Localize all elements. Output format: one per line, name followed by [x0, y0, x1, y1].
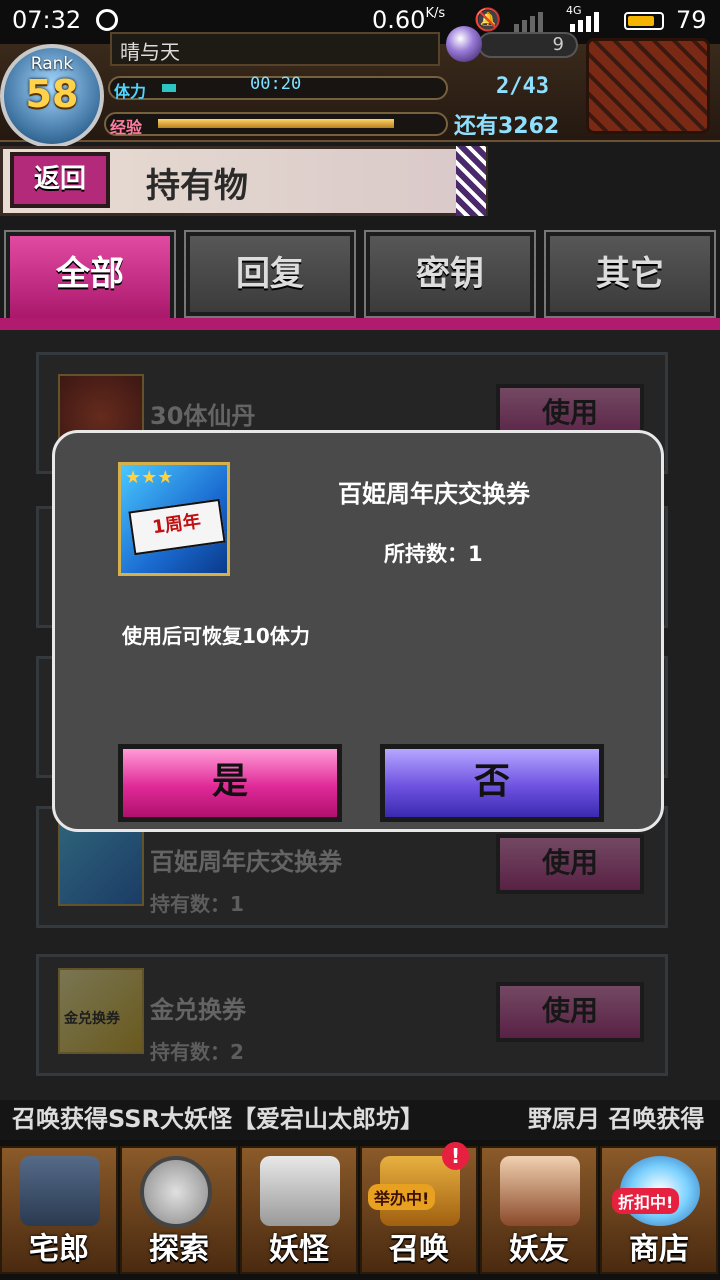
alert-icon: ! [442, 1142, 470, 1170]
anniversary-ticket-text: 1周年 [128, 498, 226, 556]
back-button[interactable]: 返回 [10, 152, 110, 208]
inventory-chest-icon[interactable] [586, 38, 710, 134]
nav-summon[interactable]: 举办中! ! 召唤 [360, 1142, 478, 1274]
exp-remaining: 还有3262 [454, 114, 560, 139]
ticker-text-2: 野原月 召唤获得 [528, 1105, 705, 1133]
orb-icon [446, 26, 482, 62]
yokai-scroll-icon [260, 1156, 340, 1226]
nav-friends[interactable]: 妖友 [480, 1146, 598, 1274]
network-speed: 0.60K/s [372, 6, 445, 34]
dialog-item-name: 百姫周年庆交换券 [338, 480, 530, 508]
magnifier-icon [140, 1156, 212, 1228]
battery-level: 79 [676, 6, 707, 34]
network-type: 4G [566, 4, 582, 17]
tab-underline [0, 318, 720, 330]
network-speed-unit: K/s [425, 6, 446, 21]
nav-yokai[interactable]: 妖怪 [240, 1146, 358, 1274]
shop-sale-badge: 折扣中! [612, 1188, 680, 1214]
exp-bar: 经验 [104, 112, 448, 137]
tab-other[interactable]: 其它 [544, 230, 716, 318]
dnd-icon [96, 9, 118, 31]
dialog-owned-count: 所持数：1 [384, 542, 483, 566]
stamina-timer: 00:20 [250, 74, 302, 94]
tab-all[interactable]: 全部 [4, 230, 176, 326]
summon-event-badge: 举办中! [368, 1184, 436, 1210]
battery-icon [624, 12, 664, 30]
wifi-signal-icon [514, 12, 543, 32]
stamina-value: 2/43 [496, 74, 549, 99]
title-ribbon [456, 146, 486, 216]
stamina-label: 体力 [114, 82, 147, 101]
stamina-bar: 体力 00:20 [108, 74, 448, 101]
no-button[interactable]: 否 [380, 744, 604, 822]
rank-badge[interactable]: Rank 58 [0, 44, 104, 148]
nav-friends-label: 妖友 [509, 1232, 569, 1267]
exp-fill [158, 119, 394, 128]
nav-shop-label: 商店 [629, 1232, 689, 1267]
news-ticker: 召唤获得SSR大妖怪【爱宕山太郎坊】 野原月 召唤获得 [0, 1100, 720, 1140]
player-name: 晴与天 [110, 32, 440, 66]
page-title: 持有物 [146, 166, 248, 206]
nav-summon-label: 召唤 [389, 1232, 449, 1267]
friend-avatar-icon [500, 1156, 580, 1226]
nav-shop[interactable]: 折扣中! 商店 [600, 1146, 718, 1274]
nav-explore-label: 探索 [149, 1232, 209, 1267]
nav-home[interactable]: 宅郎 [0, 1146, 118, 1274]
house-icon [20, 1156, 100, 1226]
rank-value: 58 [25, 72, 79, 116]
ticker-text-1: 召唤获得SSR大妖怪【爱宕山太郎坊】 [12, 1105, 424, 1133]
nav-yokai-label: 妖怪 [269, 1232, 329, 1267]
network-speed-value: 0.60 [372, 6, 426, 34]
status-time: 07:32 [12, 6, 82, 34]
stamina-fill [162, 84, 176, 92]
dialog-item-icon: ★★★ 1周年 [118, 462, 230, 576]
rarity-stars: ★★★ [125, 467, 174, 488]
exp-label: 经验 [110, 118, 143, 137]
nav-explore[interactable]: 探索 [120, 1146, 238, 1274]
tab-recovery[interactable]: 回复 [184, 230, 356, 318]
nav-home-label: 宅郎 [29, 1232, 89, 1267]
orb-counter: 9 [478, 32, 578, 58]
tab-keys[interactable]: 密钥 [364, 230, 536, 318]
rank-label: Rank [30, 54, 74, 74]
yes-button[interactable]: 是 [118, 744, 342, 822]
mute-icon: 🔕 [474, 8, 502, 33]
dialog-description: 使用后可恢复10体力 [122, 624, 310, 648]
